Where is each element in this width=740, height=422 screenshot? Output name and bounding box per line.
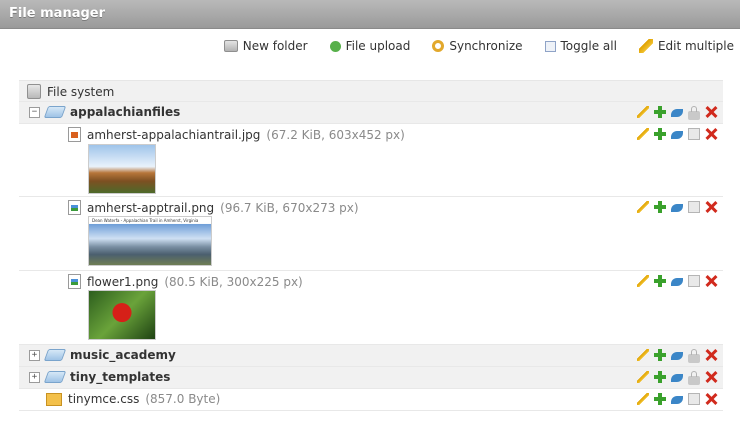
move-icon[interactable] [671,131,683,139]
folder-row[interactable]: + tiny_templates [19,367,723,389]
delete-icon[interactable] [705,201,717,213]
toggle-all-label: Toggle all [560,39,617,53]
row-actions [637,275,717,287]
add-icon[interactable] [654,393,666,405]
css-file-icon [46,392,62,406]
folder-row[interactable]: + music_academy [19,345,723,367]
file-tree: File system − appalachianfiles amherst-a… [19,80,723,411]
add-icon[interactable] [654,128,666,140]
edit-multiple-icon [638,39,653,53]
edit-icon[interactable] [637,371,649,383]
edit-icon[interactable] [637,393,649,405]
tree-root-row: File system [19,81,723,102]
row-actions [637,348,717,363]
expand-toggle[interactable]: + [29,371,40,383]
row-actions [637,370,717,385]
image-edit-icon[interactable] [688,275,700,287]
edit-icon[interactable] [637,128,649,140]
image-thumbnail[interactable] [88,290,156,340]
image-edit-icon[interactable] [688,128,700,140]
row-actions [637,201,717,213]
file-meta: (96.7 KiB, 670x273 px) [220,200,359,215]
synchronize-icon [432,40,445,52]
file-name[interactable]: flower1.png [87,275,158,289]
move-icon[interactable] [671,396,683,404]
move-icon[interactable] [671,352,683,360]
new-folder-label: New folder [242,39,308,53]
expand-toggle[interactable]: + [29,349,40,361]
file-name[interactable]: tinymce.css [68,392,139,406]
delete-icon[interactable] [705,371,717,383]
delete-icon[interactable] [705,106,717,118]
edit-icon[interactable] [637,201,649,213]
add-icon[interactable] [654,349,666,361]
image-edit-icon[interactable] [688,201,700,213]
file-meta: (67.2 KiB, 603x452 px) [266,127,405,142]
edit-multiple-label: Edit multiple [657,39,734,53]
png-file-icon [68,200,81,215]
add-icon[interactable] [654,106,666,118]
file-row[interactable]: tinymce.css (857.0 Byte) [19,389,723,411]
folder-icon [43,349,67,361]
toolbar: New folder File upload Synchronize Toggl… [223,37,734,55]
window-titlebar: File manager [0,0,740,29]
thumbnail-caption: Dean Waterfa - Appalachian Trail in Amhe… [92,218,199,223]
window-title: File manager [9,6,106,21]
file-edit-icon[interactable] [688,393,700,405]
png-file-icon [68,274,81,289]
delete-icon[interactable] [705,128,717,140]
delete-icon[interactable] [705,275,717,287]
folder-name[interactable]: tiny_templates [70,370,170,384]
edit-icon[interactable] [637,349,649,361]
toggle-all-icon [544,40,556,52]
file-row[interactable]: flower1.png (80.5 KiB, 300x225 px) [19,271,723,345]
jpg-file-icon [68,127,81,142]
add-icon[interactable] [654,371,666,383]
image-thumbnail[interactable]: Dean Waterfa - Appalachian Trail in Amhe… [88,216,212,266]
edit-icon[interactable] [637,106,649,118]
delete-icon[interactable] [705,393,717,405]
move-icon[interactable] [671,374,683,382]
synchronize-button[interactable]: Synchronize [432,39,523,53]
file-upload-icon [329,40,341,52]
file-row[interactable]: amherst-appalachiantrail.jpg (67.2 KiB, … [19,124,723,197]
move-icon[interactable] [671,278,683,286]
new-folder-button[interactable]: New folder [223,39,308,53]
collapse-toggle[interactable]: − [29,106,40,118]
file-upload-label: File upload [345,39,411,53]
folder-name[interactable]: music_academy [70,348,176,362]
row-actions [637,393,717,405]
new-folder-icon [223,40,238,52]
file-system-icon [27,84,41,99]
file-name[interactable]: amherst-appalachiantrail.jpg [87,128,260,142]
edit-multiple-button[interactable]: Edit multiple [638,39,734,53]
file-meta: (857.0 Byte) [145,392,221,406]
add-icon[interactable] [654,275,666,287]
folder-name[interactable]: appalachianfiles [70,105,180,119]
move-icon[interactable] [671,204,683,212]
file-row[interactable]: amherst-apptrail.png (96.7 KiB, 670x273 … [19,197,723,271]
lock-icon[interactable] [688,370,700,385]
lock-icon[interactable] [688,348,700,363]
delete-icon[interactable] [705,349,717,361]
synchronize-label: Synchronize [449,39,523,53]
folder-row[interactable]: − appalachianfiles [19,102,723,124]
tree-root-label: File system [47,84,115,99]
toggle-all-button[interactable]: Toggle all [544,39,617,53]
folder-icon [43,371,67,383]
row-actions [637,105,717,120]
file-meta: (80.5 KiB, 300x225 px) [164,274,303,289]
edit-icon[interactable] [637,275,649,287]
image-thumbnail[interactable] [88,144,156,194]
folder-icon [43,106,67,118]
lock-icon[interactable] [688,105,700,120]
move-icon[interactable] [671,109,683,117]
add-icon[interactable] [654,201,666,213]
file-upload-button[interactable]: File upload [329,39,411,53]
file-name[interactable]: amherst-apptrail.png [87,201,214,215]
row-actions [637,128,717,140]
